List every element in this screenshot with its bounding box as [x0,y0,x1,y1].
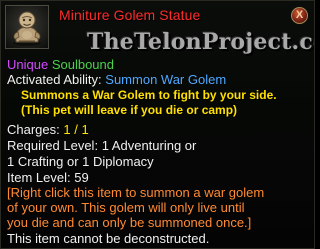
required-level-label: Required Level: [7,138,99,153]
required-level-row: Required Level: 1 Adventuring or [7,138,196,154]
golem-statue-icon [13,11,41,46]
flavor-text-line-2: of your own. This golem will only live u… [7,200,245,215]
deconstruct-note: This item cannot be deconstructed. [7,231,210,246]
charges-label: Charges: [7,122,60,137]
flavor-text-line-1: [Right click this item to summon a war g… [7,185,265,200]
soulbound-tag: Soulbound [51,57,114,72]
item-tooltip: Miniture Golem Statue X TheTelonProject.… [0,0,315,249]
item-level-value: 59 [74,170,89,185]
item-name: Miniture Golem Statue [59,7,201,23]
required-level-value-2: 1 Crafting or 1 Diplomacy [7,154,154,169]
activated-ability-label: Activated Ability: [7,72,102,87]
item-level-row: Item Level: 59 [7,170,89,186]
unique-tag: Unique [7,57,49,72]
flavor-text-line-3: you die and can only be summoned once.] [7,215,252,230]
ability-description-line-1: Summons a War Golem to fight by your sid… [21,88,277,102]
activated-ability-name[interactable]: Summon War Golem [105,72,226,87]
item-icon-frame [5,5,49,49]
required-level-value-1: 1 Adventuring or [101,138,197,153]
charges-row: Charges: 1 / 1 [7,122,89,138]
close-icon[interactable]: X [296,9,303,21]
item-tags: Unique Soulbound [7,57,114,73]
charges-value: 1 / 1 [63,122,89,137]
activated-ability-row: Activated Ability: Summon War Golem [7,72,226,88]
close-button[interactable]: X [291,7,308,24]
watermark: TheTelonProject.com [87,29,314,55]
item-level-label: Item Level: [7,170,71,185]
ability-description-line-2: (This pet will leave if you die or camp) [21,103,238,117]
